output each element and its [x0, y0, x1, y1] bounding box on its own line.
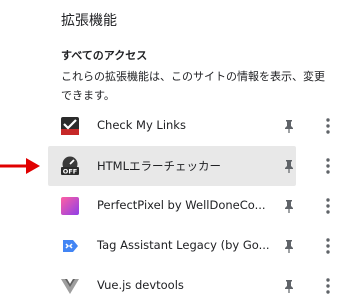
extensions-panel: 拡張機能 すべてのアクセス これらの拡張機能は、このサイトの情報を表示、変更でき…: [0, 0, 341, 300]
pin-icon[interactable]: [281, 198, 297, 214]
extension-name: PerfectPixel by WellDoneCo...: [97, 198, 266, 212]
extension-row[interactable]: Check My Links: [48, 106, 341, 146]
panel-title: 拡張機能: [61, 13, 117, 29]
extension-name: Vue.js devtools: [97, 278, 184, 292]
extensions-list: Check My Links OFF HTMLエラーチェッカー PerfectP…: [48, 106, 341, 300]
extension-row[interactable]: Vue.js devtools: [48, 266, 341, 300]
extension-name: HTMLエラーチェッカー: [97, 159, 222, 173]
more-options-icon[interactable]: [324, 117, 332, 135]
extension-name: Tag Assistant Legacy (by Go...: [97, 238, 270, 252]
pin-icon[interactable]: [281, 158, 297, 174]
extension-row[interactable]: OFF HTMLエラーチェッカー: [48, 146, 330, 186]
pin-icon[interactable]: [281, 118, 297, 134]
tag-assistant-icon: [63, 240, 78, 252]
off-badge: OFF: [63, 168, 77, 176]
more-options-icon[interactable]: [324, 157, 332, 175]
extension-row[interactable]: Tag Assistant Legacy (by Go...: [48, 226, 341, 266]
check-my-links-icon: [61, 117, 79, 135]
html-error-checker-icon: OFF: [61, 156, 79, 176]
perfectpixel-icon: [61, 197, 79, 215]
extension-name: Check My Links: [97, 118, 186, 132]
section-description: これらの拡張機能は、このサイトの情報を表示、変更できます。: [61, 70, 325, 102]
extension-row[interactable]: PerfectPixel by WellDoneCo...: [48, 186, 341, 226]
more-options-icon[interactable]: [324, 277, 332, 295]
pin-icon[interactable]: [281, 238, 297, 254]
red-arrow-icon: [0, 158, 40, 174]
vuejs-icon: [61, 279, 79, 294]
pin-icon[interactable]: [281, 278, 297, 294]
more-options-icon[interactable]: [324, 237, 332, 255]
section-title: すべてのアクセス: [61, 49, 148, 62]
more-options-icon[interactable]: [324, 197, 332, 215]
